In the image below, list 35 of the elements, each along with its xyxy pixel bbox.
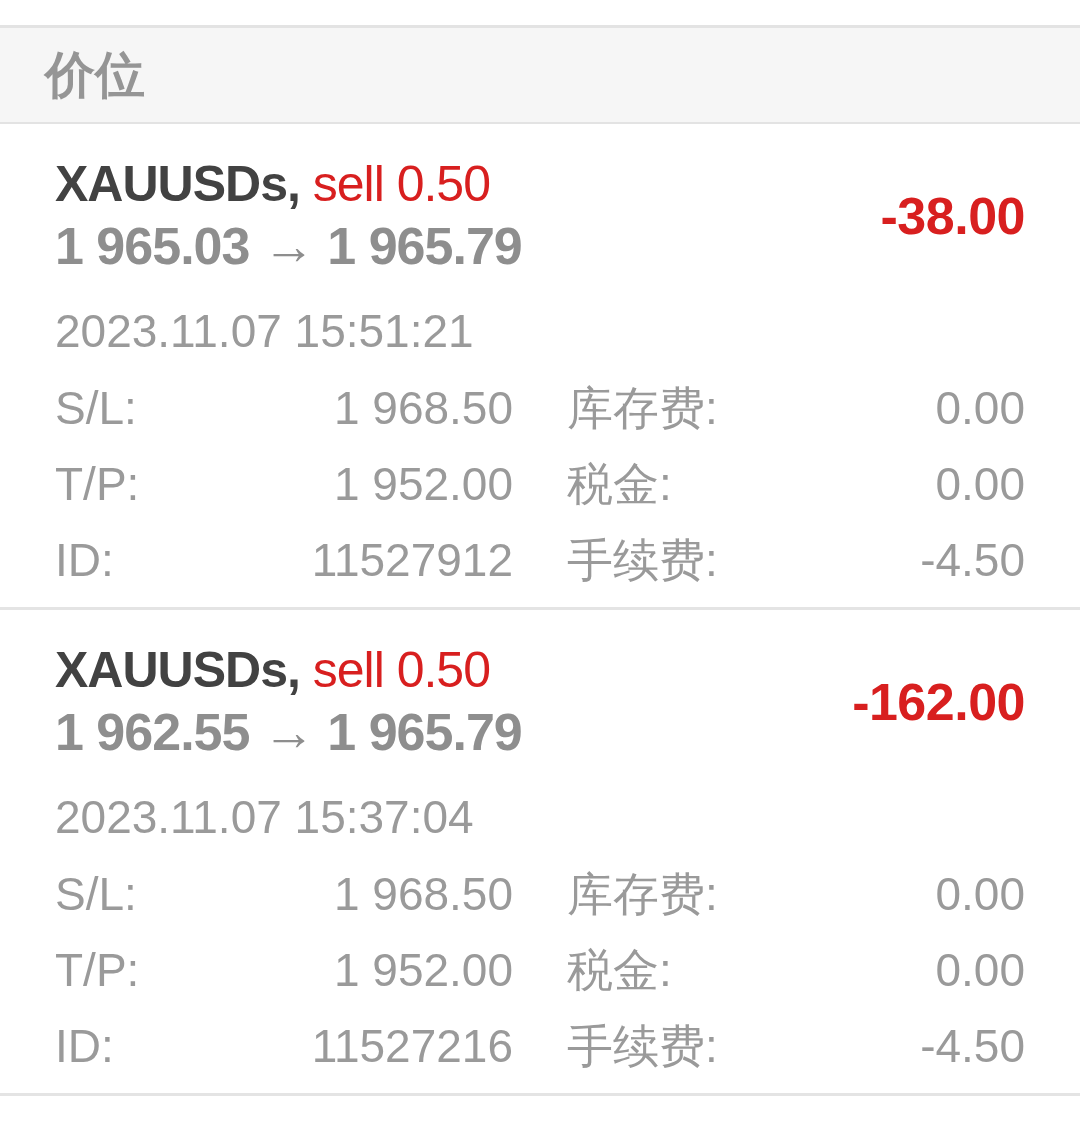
detail-label: 库存费:	[567, 867, 719, 922]
price-line: 1 965.03 → 1 965.79	[55, 216, 523, 277]
detail-value: 1 968.50	[332, 381, 513, 436]
detail-value: -4.50	[919, 533, 1025, 588]
detail-value: 0.00	[934, 457, 1025, 512]
symbol-text: XAUUSDs,	[55, 156, 300, 212]
detail-label: S/L:	[55, 867, 138, 922]
profit-value: -162.00	[852, 672, 1025, 732]
detail-label: 手续费:	[567, 1019, 719, 1074]
detail-value: 1 968.50	[332, 867, 513, 922]
detail-label: 税金:	[567, 943, 673, 998]
detail-value: -4.50	[919, 1019, 1025, 1074]
detail-value: 0.00	[934, 943, 1025, 998]
detail-value: 11527912	[310, 533, 513, 588]
detail-label: ID:	[55, 1019, 115, 1074]
detail-label: T/P:	[55, 457, 141, 512]
profit-value: -38.00	[880, 186, 1025, 246]
section-header: 价位	[0, 25, 1080, 124]
open-time: 2023.11.07 15:51:21	[55, 304, 475, 359]
detail-label: 库存费:	[567, 381, 719, 436]
detail-label: ID:	[55, 533, 115, 588]
detail-value: 0.00	[934, 381, 1025, 436]
detail-value: 0.00	[934, 867, 1025, 922]
order-text: sell 0.50	[312, 642, 490, 698]
detail-label: 税金:	[567, 457, 673, 512]
symbol-text: XAUUSDs,	[55, 642, 300, 698]
detail-label: 手续费:	[567, 533, 719, 588]
order-text: sell 0.50	[312, 156, 490, 212]
open-time: 2023.11.07 15:37:04	[55, 790, 475, 845]
detail-label: S/L:	[55, 381, 138, 436]
detail-label: T/P:	[55, 943, 141, 998]
detail-value: 1 952.00	[332, 457, 513, 512]
price-line: 1 962.55 → 1 965.79	[55, 702, 523, 763]
detail-value: 11527216	[310, 1019, 513, 1074]
detail-value: 1 952.00	[332, 943, 513, 998]
